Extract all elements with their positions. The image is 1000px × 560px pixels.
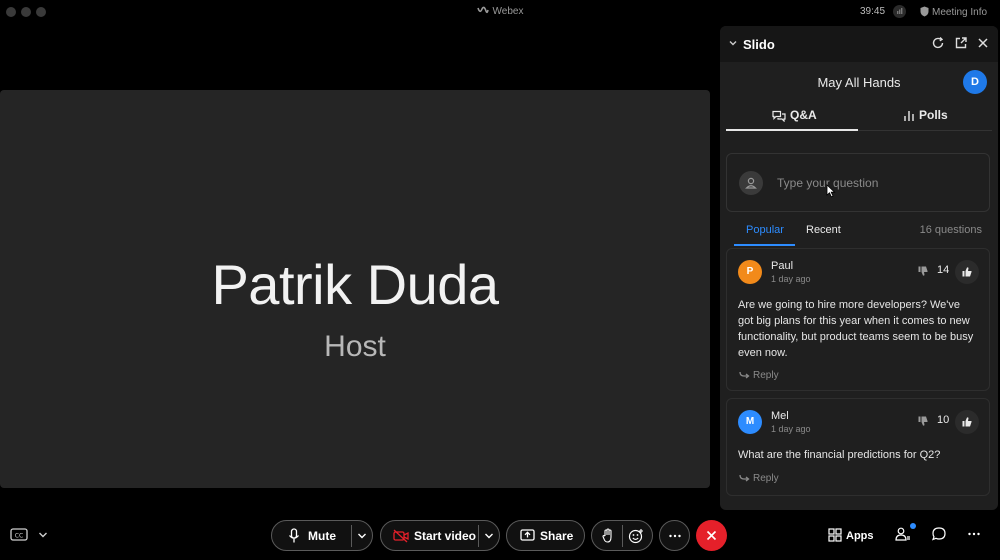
question-text: Are we going to hire more developers? We… [738,299,974,359]
tab-qa-label: Q&A [790,108,817,122]
pop-out-icon[interactable] [954,36,968,50]
tab-polls[interactable]: Polls [903,108,948,130]
sort-tab-indicator [734,244,795,246]
refresh-icon[interactable] [931,36,945,50]
vote-count: 14 [937,264,950,276]
app-title: Webex [0,6,1000,17]
apps-icon [828,528,842,542]
apps-button[interactable]: Apps [828,528,874,542]
question-text: What are the financial predictions for Q… [738,449,941,461]
reactions-icon[interactable] [628,528,644,544]
title-bar: Webex 39:45 Meeting Info [0,0,1000,24]
share-button[interactable]: Share [506,520,585,551]
event-title: May All Hands [817,75,901,90]
author-avatar: P [738,260,762,284]
reply-button[interactable]: Reply [739,370,779,381]
reply-label: Reply [753,473,779,484]
tab-qa[interactable]: Q&A [772,108,817,130]
apps-label: Apps [846,530,874,542]
author-name: Mel [771,410,789,422]
close-icon[interactable] [976,36,990,50]
reply-icon [739,371,750,379]
reactions-group [591,520,653,551]
meeting-timer: 39:45 [860,6,886,17]
author-name: Paul [771,260,794,272]
participants-icon[interactable] [895,526,911,542]
closed-captions-icon[interactable]: CC [10,527,28,542]
question-time: 1 day ago [771,424,811,434]
webex-window: Webex 39:45 Meeting Info Patrik Duda Hos… [0,0,1000,560]
mouse-pointer-icon [826,184,836,198]
upvote-button[interactable] [955,410,979,434]
pill-divider [351,525,352,547]
audio-options-chevron-icon[interactable] [357,532,367,540]
raise-hand-icon[interactable] [602,528,614,544]
video-options-chevron-icon[interactable] [484,532,494,540]
thumbs-down-icon[interactable] [917,265,929,277]
active-tab-indicator [726,129,858,131]
chat-bubbles-icon [772,110,786,123]
app-title-text: Webex [492,6,524,17]
collapse-chevron-icon[interactable] [728,38,738,48]
thumbs-up-icon [962,417,972,427]
vote-count: 10 [937,414,950,426]
more-icon[interactable] [967,532,981,536]
mute-label: Mute [308,529,336,543]
reply-button[interactable]: Reply [739,473,779,484]
bar-chart-icon [904,111,914,121]
video-stage: Patrik Duda Host [0,90,710,488]
reply-label: Reply [753,370,779,381]
shield-icon [920,6,929,17]
slido-panel: Slido May All Hands D Q&A Polls Popular … [720,26,998,510]
presenter-role: Host [324,330,386,363]
question-card: M Mel 1 day ago 10 What are the financia… [726,398,990,496]
question-count: 16 questions [919,224,982,236]
question-time: 1 day ago [771,274,811,284]
presenter-name: Patrik Duda [211,253,499,316]
end-call-button[interactable] [696,520,727,551]
more-icon [669,534,681,538]
video-off-icon [393,529,409,543]
share-label: Share [540,529,574,543]
sort-tab-popular[interactable]: Popular [746,224,784,236]
question-input[interactable] [777,173,977,193]
connection-status-icon[interactable] [893,5,906,18]
upvote-button[interactable] [955,260,979,284]
slido-header: Slido [720,26,998,62]
anonymous-user-icon [739,171,763,195]
start-video-label: Start video [414,529,477,543]
webex-logo-icon [476,6,489,14]
microphone-icon [288,528,300,543]
tab-polls-label: Polls [919,108,948,122]
ask-question-box[interactable] [726,153,990,212]
pill-divider [478,525,479,547]
captions-options-chevron-icon[interactable] [38,531,48,539]
meeting-info-label: Meeting Info [932,7,988,18]
reply-icon [739,474,750,482]
share-screen-icon [520,529,535,541]
more-options-button[interactable] [659,520,690,551]
pill-divider [622,525,623,547]
slido-title: Slido [743,37,775,52]
sort-tab-recent[interactable]: Recent [806,224,841,236]
meeting-info-button[interactable]: Meeting Info [920,6,987,18]
thumbs-up-icon [962,267,972,277]
author-avatar: M [738,410,762,434]
end-call-icon [706,530,717,541]
mute-button[interactable]: Mute [271,520,373,551]
question-card: P Paul 1 day ago 14 Are we going to hire… [726,248,990,391]
start-video-button[interactable]: Start video [380,520,500,551]
participants-notification-badge [910,523,916,529]
svg-text:CC: CC [15,533,23,540]
user-avatar[interactable]: D [963,70,987,94]
chat-icon[interactable] [931,526,947,542]
thumbs-down-icon[interactable] [917,415,929,427]
